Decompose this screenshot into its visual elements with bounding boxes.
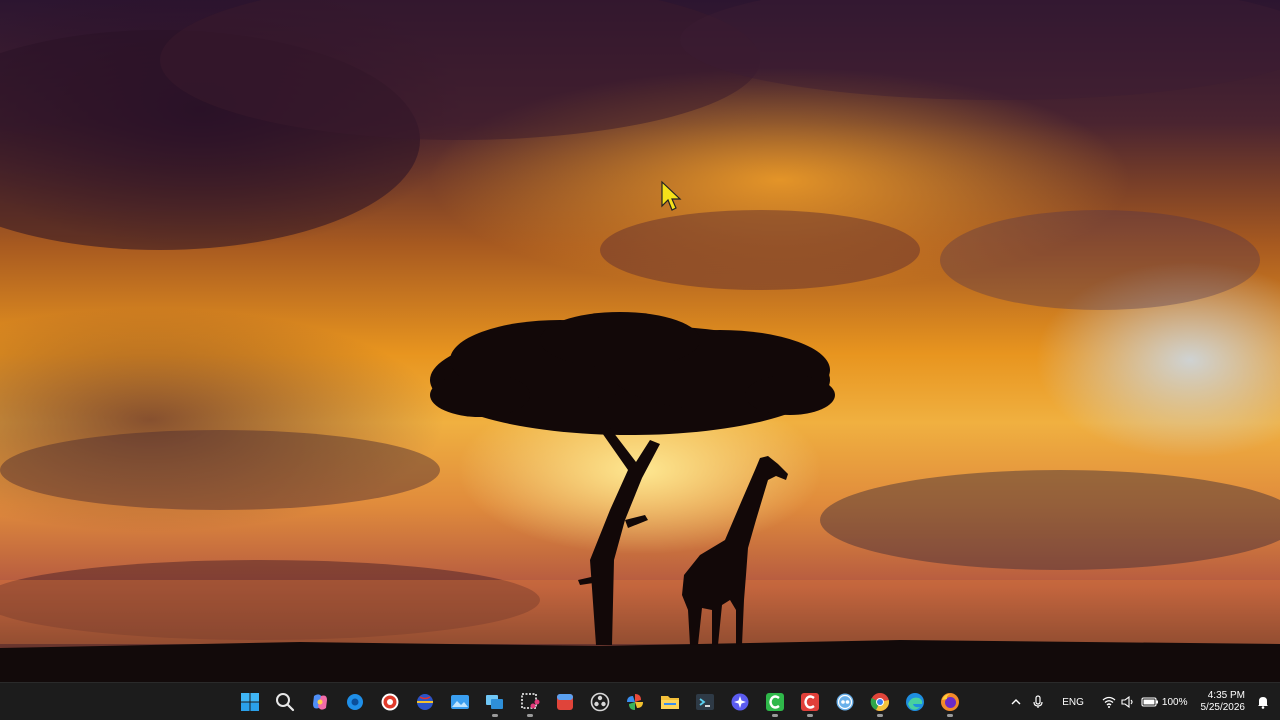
- red-app-icon: [556, 694, 573, 710]
- red-c-icon: [800, 693, 819, 711]
- microphone-button[interactable]: [1027, 683, 1049, 720]
- task-view-icon: [485, 695, 503, 709]
- record-icon: [381, 693, 398, 711]
- globe-app-icon: [416, 694, 433, 710]
- obs-button[interactable]: [582, 686, 617, 718]
- start-button[interactable]: [232, 686, 267, 718]
- screen-recorder-button[interactable]: [372, 686, 407, 718]
- notifications-button[interactable]: [1251, 683, 1280, 720]
- volume-icon: [1121, 696, 1133, 708]
- quick-settings-button[interactable]: 100%: [1097, 683, 1193, 720]
- windows-start-icon: [240, 693, 259, 711]
- green-c-app-button[interactable]: [757, 686, 792, 718]
- chrome-button[interactable]: [862, 686, 897, 718]
- chrome-icon: [870, 693, 889, 711]
- arrow-cursor-icon: [661, 180, 682, 211]
- battery-icon: [1141, 697, 1158, 707]
- snipping-tool-button[interactable]: [512, 686, 547, 718]
- copilot-button[interactable]: [302, 686, 337, 718]
- running-indicator: [771, 714, 778, 717]
- taskbar-apps: [232, 686, 967, 718]
- microphone-icon: [1033, 695, 1043, 708]
- file-explorer-button[interactable]: [652, 686, 687, 718]
- edge-icon: [905, 693, 924, 711]
- desktop-wallpaper[interactable]: [0, 0, 1280, 682]
- clock-button[interactable]: 4:35 PM 5/25/2026: [1193, 683, 1252, 720]
- search-icon: [275, 693, 294, 712]
- photos-button[interactable]: [442, 686, 477, 718]
- show-hidden-icons-button[interactable]: [1005, 683, 1027, 720]
- purple-circle-icon: [731, 693, 748, 711]
- copilot-icon: [312, 694, 327, 710]
- firefox-button[interactable]: [932, 686, 967, 718]
- qbittorrent-button[interactable]: [827, 686, 862, 718]
- notification-bell-icon: [1258, 697, 1268, 709]
- task-view-button[interactable]: [477, 686, 512, 718]
- running-indicator: [491, 714, 498, 717]
- language-indicator[interactable]: ENG: [1049, 683, 1097, 720]
- battery-percent: 100%: [1161, 696, 1188, 708]
- running-indicator: [876, 714, 883, 717]
- taskbar: ENG 100% 4:35 PM 5/25/2026: [0, 682, 1280, 720]
- folder-icon: [660, 696, 679, 709]
- purple-app-button[interactable]: [722, 686, 757, 718]
- pinwheel-app-button[interactable]: [617, 686, 652, 718]
- wifi-icon: [1102, 696, 1116, 708]
- wallpaper-scene: [0, 0, 1280, 682]
- running-indicator: [526, 714, 533, 717]
- running-indicator: [946, 714, 953, 717]
- edge-button[interactable]: [897, 686, 932, 718]
- red-c-app-button[interactable]: [792, 686, 827, 718]
- terminal-icon: [695, 694, 714, 710]
- blue-circle-app-icon: [346, 694, 363, 710]
- firefox-icon: [940, 693, 959, 711]
- language-label: ENG: [1062, 696, 1084, 708]
- search-button[interactable]: [267, 686, 302, 718]
- photos-icon: [450, 695, 469, 709]
- terminal-button[interactable]: [687, 686, 722, 718]
- green-c-icon: [765, 693, 784, 711]
- qb-icon: [836, 693, 853, 711]
- clock-time: 4:35 PM: [1207, 690, 1245, 701]
- globe-app-button[interactable]: [407, 686, 442, 718]
- obs-icon: [590, 692, 609, 712]
- chevron-up-icon: [1011, 699, 1021, 705]
- system-tray: ENG 100% 4:35 PM 5/25/2026: [1005, 683, 1280, 720]
- snipping-tool-icon: [520, 693, 539, 709]
- running-indicator: [806, 714, 813, 717]
- pinwheel-icon: [626, 694, 643, 710]
- blue-app-button[interactable]: [337, 686, 372, 718]
- red-app-button[interactable]: [547, 686, 582, 718]
- clock-date: 5/25/2026: [1200, 702, 1246, 713]
